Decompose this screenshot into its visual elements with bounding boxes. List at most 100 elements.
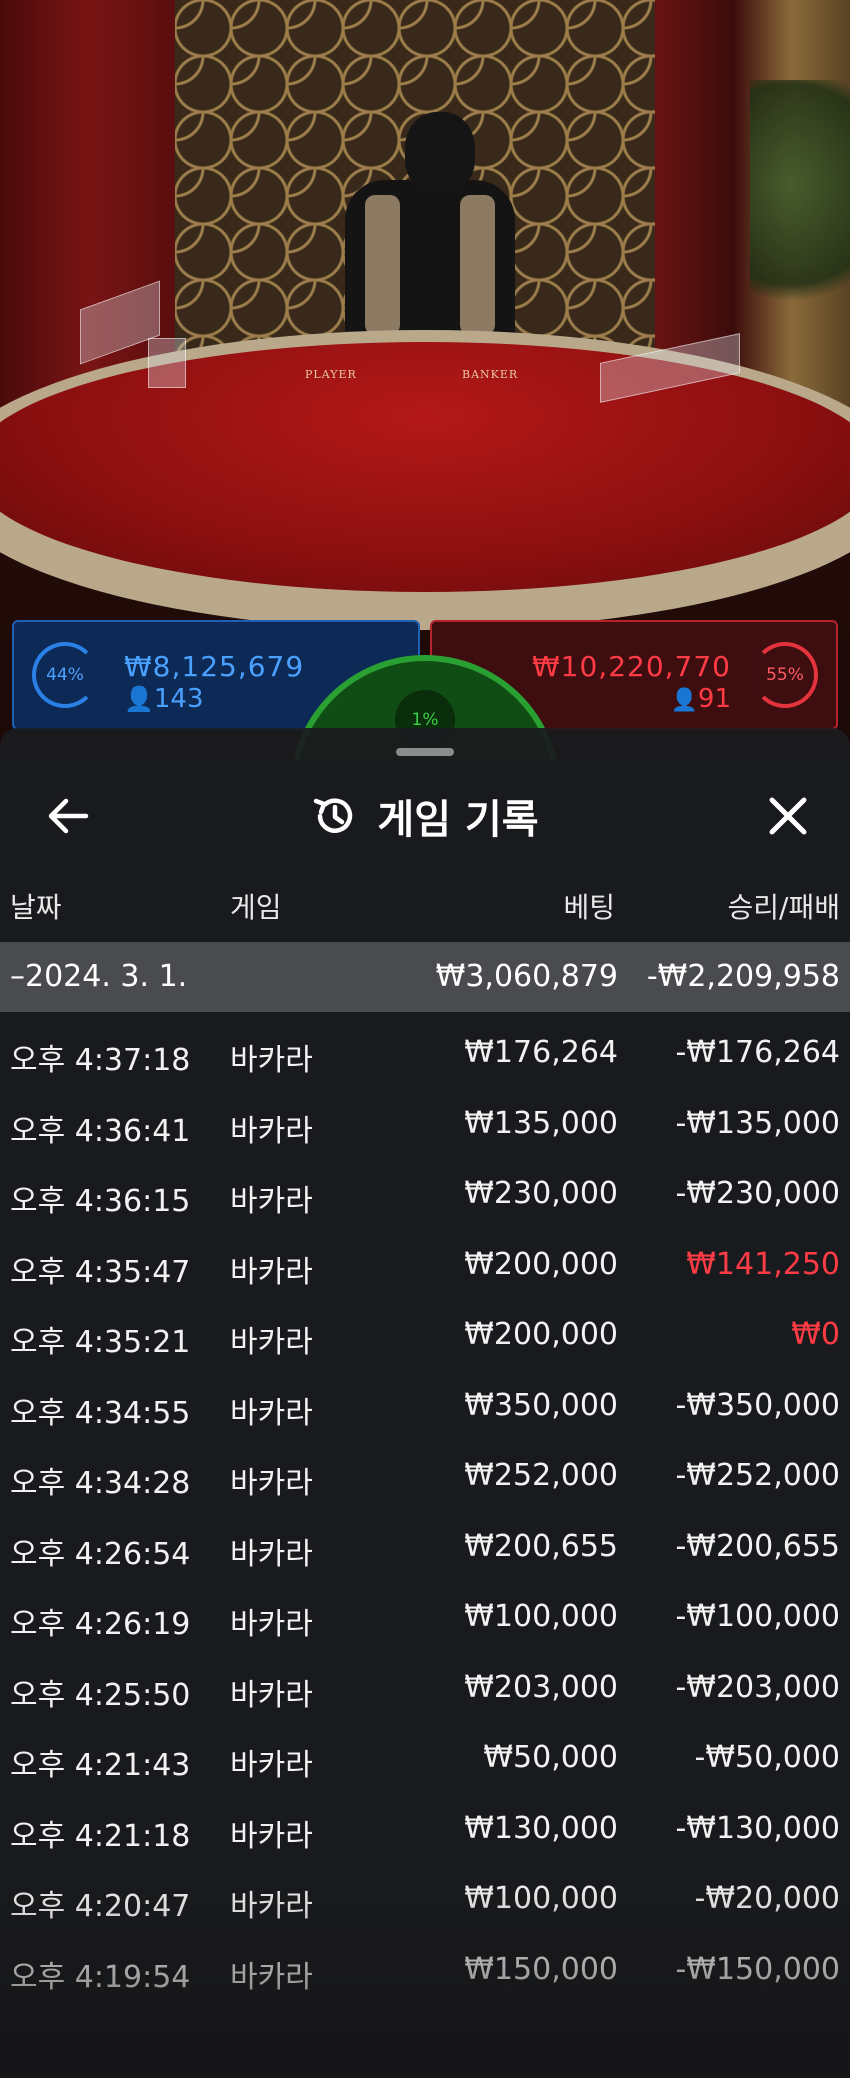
- dealer-head: [405, 112, 475, 192]
- panel-title: 게임 기록: [377, 797, 539, 843]
- row-game: 바카라: [230, 1395, 313, 1431]
- user-icon: 👤: [670, 688, 698, 713]
- row-result: -₩100,000: [675, 1599, 840, 1634]
- row-result: ₩0: [791, 1317, 840, 1352]
- date-summary-row[interactable]: –2024. 3. 1. ₩3,060,879 -₩2,209,958: [0, 942, 850, 1012]
- row-bet: ₩100,000: [464, 1599, 618, 1634]
- panel-header: 게임 기록: [0, 768, 850, 858]
- summary-date: –2024. 3. 1.: [10, 959, 188, 994]
- dealer-vest: [460, 195, 495, 335]
- row-time: 오후 4:25:50: [10, 1677, 191, 1713]
- row-bet: ₩130,000: [464, 1810, 618, 1846]
- table-header: 날짜 게임 베팅 승리/패배: [0, 878, 850, 928]
- table-row[interactable]: 오후 4:35:47 바카라 ₩200,000 ₩141,250: [0, 1230, 850, 1301]
- felt-banker-label: BANKER: [462, 368, 519, 381]
- row-game: 바카라: [230, 1959, 313, 1995]
- table-row[interactable]: 오후 4:36:41 바카라 ₩135,000 -₩135,000: [0, 1089, 850, 1160]
- row-game: 바카라: [230, 1818, 313, 1854]
- card-box: [148, 338, 186, 388]
- row-game: 바카라: [230, 1254, 313, 1290]
- table-felt: [0, 342, 850, 592]
- row-result: -₩130,000: [675, 1810, 840, 1846]
- table-row[interactable]: 오후 4:35:21 바카라 ₩200,000 ₩0: [0, 1300, 850, 1371]
- player-bettor-count-wrap: 👤143: [124, 684, 204, 714]
- row-game: 바카라: [230, 1889, 313, 1924]
- row-result: -₩252,000: [675, 1458, 840, 1493]
- row-bet: ₩230,000: [464, 1176, 618, 1211]
- banker-bettor-count-wrap: 👤91: [671, 684, 732, 714]
- table-row[interactable]: 오후 4:26:54 바카라 ₩200,655 -₩200,655: [0, 1512, 850, 1583]
- column-header-win-loss[interactable]: 승리/패배: [728, 886, 840, 926]
- user-icon: 👤: [124, 685, 154, 713]
- close-button[interactable]: [758, 786, 818, 846]
- row-result: -₩203,000: [675, 1669, 840, 1705]
- row-time: 오후 4:26:54: [10, 1536, 191, 1572]
- table-row[interactable]: 오후 4:37:18 바카라 ₩176,264 -₩176,264: [0, 1018, 850, 1089]
- row-bet: ₩176,264: [464, 1035, 618, 1070]
- live-video-feed: PLAYER BANKER 44% ₩8,125,679 👤143 ₩10,22…: [0, 0, 850, 760]
- game-history-panel: 게임 기록 날짜 게임 베팅 승리/패배 –2024. 3. 1. ₩3,060…: [0, 728, 850, 2078]
- banker-bettor-count: 91: [697, 684, 731, 714]
- row-time: 오후 4:35:47: [10, 1254, 191, 1290]
- row-game: 바카라: [230, 1043, 313, 1078]
- row-game: 바카라: [230, 1466, 313, 1501]
- row-result: -₩350,000: [675, 1387, 840, 1423]
- row-bet: ₩203,000: [464, 1669, 618, 1705]
- row-bet: ₩252,000: [464, 1458, 618, 1493]
- column-header-bet[interactable]: 베팅: [563, 886, 615, 926]
- row-bet: ₩200,000: [464, 1246, 618, 1282]
- table-row[interactable]: 오후 4:20:47 바카라 ₩100,000 -₩20,000: [0, 1864, 850, 1935]
- summary-win-loss: -₩2,209,958: [646, 959, 840, 994]
- row-result: -₩20,000: [694, 1881, 840, 1916]
- row-result: -₩135,000: [675, 1105, 840, 1141]
- row-result: -₩200,655: [675, 1528, 840, 1564]
- plant-decoration: [750, 80, 850, 340]
- row-game: 바카라: [230, 1184, 313, 1219]
- player-percent-ring: 44%: [32, 642, 98, 708]
- row-game: 바카라: [230, 1325, 313, 1360]
- row-bet: ₩200,655: [464, 1528, 618, 1564]
- row-time: 오후 4:37:18: [10, 1043, 191, 1078]
- row-result: -₩150,000: [675, 1951, 840, 1987]
- row-time: 오후 4:26:19: [10, 1607, 191, 1642]
- table-row[interactable]: 오후 4:25:50 바카라 ₩203,000 -₩203,000: [0, 1653, 850, 1724]
- summary-bet: ₩3,060,879: [435, 959, 618, 994]
- close-icon: [769, 797, 807, 835]
- row-time: 오후 4:36:15: [10, 1184, 191, 1219]
- row-bet: ₩100,000: [464, 1881, 618, 1916]
- row-time: 오후 4:21:43: [10, 1748, 191, 1783]
- row-result: -₩230,000: [675, 1176, 840, 1211]
- table-row[interactable]: 오후 4:21:18 바카라 ₩130,000 -₩130,000: [0, 1794, 850, 1865]
- panel-title-wrap: 게임 기록: [0, 786, 850, 846]
- table-row[interactable]: 오후 4:34:28 바카라 ₩252,000 -₩252,000: [0, 1441, 850, 1512]
- column-header-date[interactable]: 날짜: [10, 886, 62, 926]
- row-game: 바카라: [230, 1536, 313, 1572]
- banker-bet-amount: ₩10,220,770: [531, 650, 731, 683]
- player-bet-amount: ₩8,125,679: [124, 650, 305, 683]
- row-time: 오후 4:34:28: [10, 1466, 191, 1501]
- row-bet: ₩135,000: [464, 1105, 618, 1141]
- history-clock-icon: [314, 798, 353, 833]
- table-row[interactable]: 오후 4:34:55 바카라 ₩350,000 -₩350,000: [0, 1371, 850, 1442]
- row-result: ₩141,250: [686, 1246, 840, 1282]
- row-game: 바카라: [230, 1748, 313, 1783]
- row-time: 오후 4:35:21: [10, 1325, 191, 1360]
- row-bet: ₩200,000: [464, 1317, 618, 1352]
- row-game: 바카라: [230, 1607, 313, 1642]
- table-row[interactable]: 오후 4:26:19 바카라 ₩100,000 -₩100,000: [0, 1582, 850, 1653]
- row-time: 오후 4:21:18: [10, 1818, 191, 1854]
- dealer-vest: [365, 195, 400, 335]
- history-rows: 오후 4:37:18 바카라 ₩176,264 -₩176,264 오후 4:36:41…: [0, 1018, 850, 2005]
- table-row[interactable]: 오후 4:19:54 바카라 ₩150,000 -₩150,000: [0, 1935, 850, 2006]
- column-header-game[interactable]: 게임: [230, 886, 282, 926]
- row-game: 바카라: [230, 1113, 313, 1149]
- table-row[interactable]: 오후 4:36:15 바카라 ₩230,000 -₩230,000: [0, 1159, 850, 1230]
- row-bet: ₩150,000: [464, 1951, 618, 1987]
- banker-percent-ring: 55%: [752, 642, 818, 708]
- player-bettor-count: 143: [153, 684, 204, 714]
- row-time: 오후 4:20:47: [10, 1889, 191, 1924]
- drag-handle[interactable]: [396, 748, 454, 756]
- row-game: 바카라: [230, 1677, 313, 1713]
- table-row[interactable]: 오후 4:21:43 바카라 ₩50,000 -₩50,000: [0, 1723, 850, 1794]
- row-time: 오후 4:36:41: [10, 1113, 191, 1149]
